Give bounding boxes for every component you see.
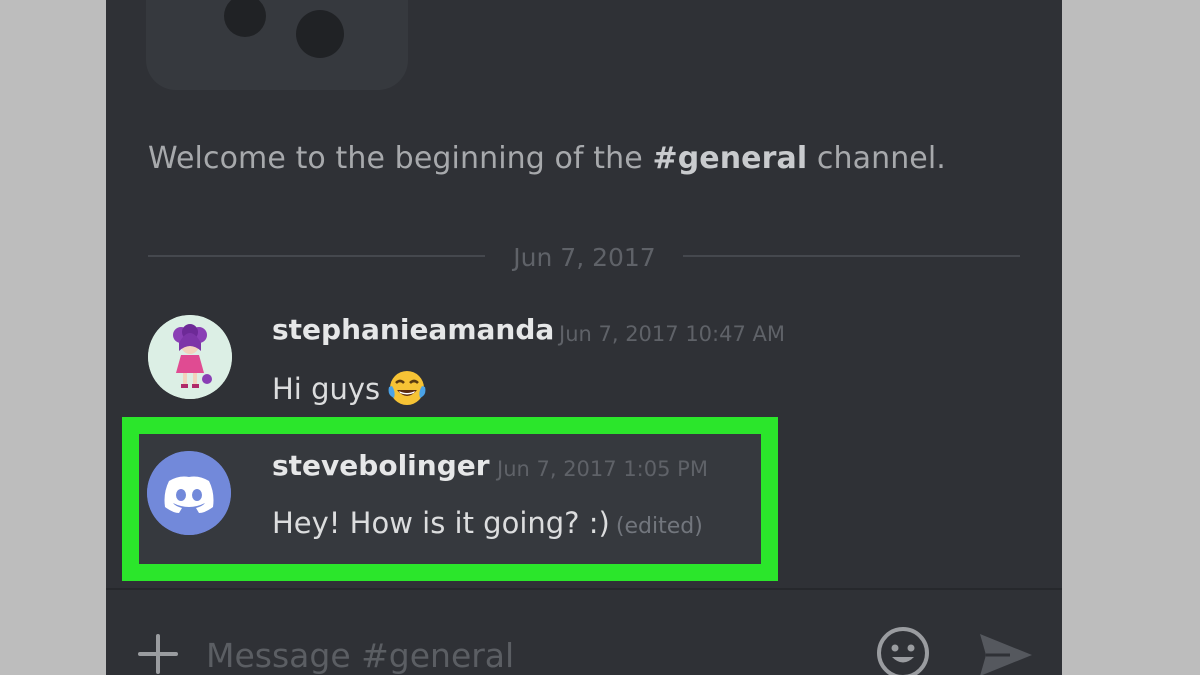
chat-window: Welcome to the beginning of the #general… [106,0,1062,675]
server-art-dot [224,0,266,37]
message-username[interactable]: stevebolinger [272,449,490,482]
welcome-prefix: Welcome to the beginning of the [148,141,653,176]
date-divider-line-right [683,255,1020,257]
channel-welcome-text: Welcome to the beginning of the #general… [148,141,946,176]
send-arrow-icon[interactable] [976,630,1036,675]
message-text: Hi guys [272,368,428,413]
edited-label: (edited) [615,514,703,539]
date-divider-label: Jun 7, 2017 [513,243,656,272]
message-timestamp: Jun 7, 2017 1:05 PM [497,457,708,481]
message-input[interactable] [206,630,846,675]
welcome-suffix: channel. [807,141,946,176]
discord-logo-icon [147,451,231,535]
date-divider-line-left [148,255,485,257]
server-icon-art [146,0,408,90]
message-text-content: Hi guys [272,372,381,406]
emoji-picker-smiley-icon[interactable] [874,624,932,675]
message-username[interactable]: stephanieamanda [272,313,554,346]
server-art-dot [296,10,344,58]
doll-avatar-icon [148,315,232,399]
avatar-stevebolinger[interactable] [147,451,231,535]
message-timestamp: Jun 7, 2017 10:47 AM [559,322,785,346]
message-text-content: Hey! How is it going? :) [272,506,610,540]
avatar-stephanieamanda[interactable] [148,315,232,399]
message-text: Hey! How is it going? :) (edited) [272,506,703,540]
face-with-tears-of-joy-icon [386,368,428,413]
channel-name: #general [652,141,808,176]
message-composer [106,590,1062,675]
add-attachment-plus-icon[interactable] [138,634,178,674]
